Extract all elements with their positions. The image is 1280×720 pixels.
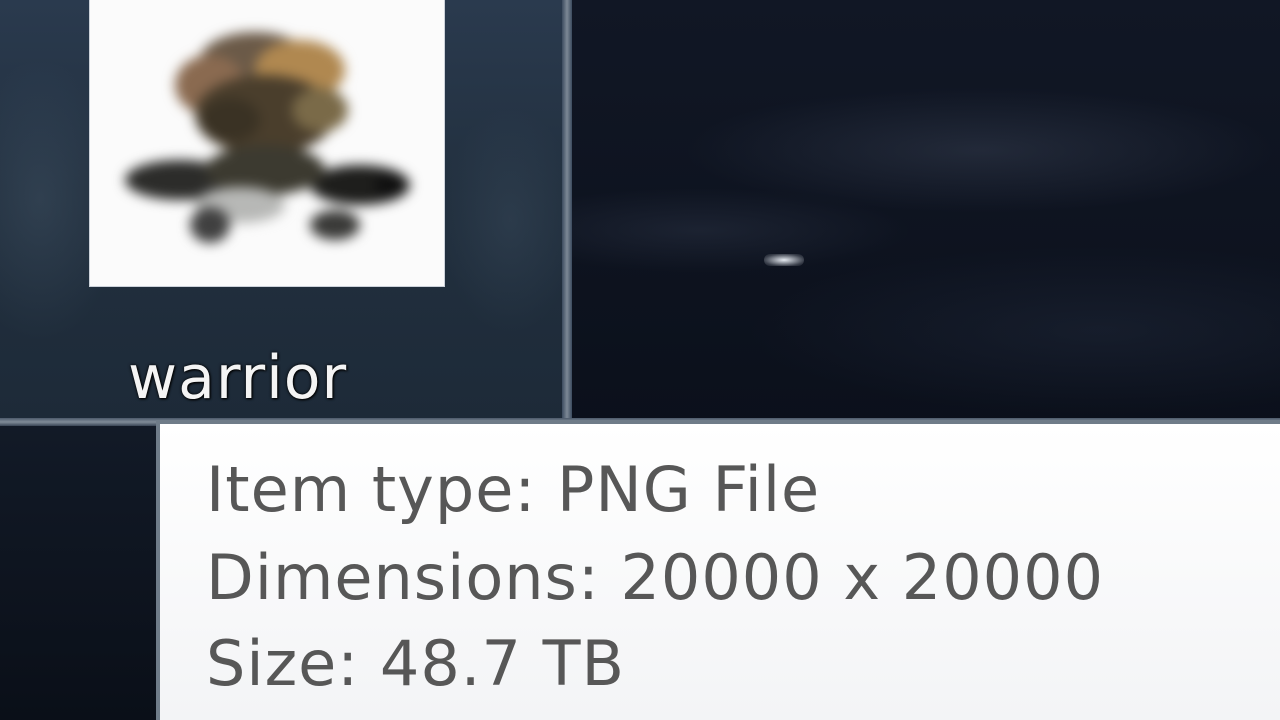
tooltip-item-type: Item type: PNG File — [206, 453, 821, 526]
tooltip-size: Size: 48.7 TB — [206, 627, 626, 700]
desktop: warrior Item type: PNG File Dimensions: … — [0, 0, 1280, 720]
warrior-image-icon — [125, 32, 410, 243]
pane-divider-vertical[interactable] — [562, 0, 572, 424]
background-region — [0, 426, 160, 720]
file-icon-warrior[interactable]: warrior — [88, 0, 448, 420]
image-thumbnail[interactable] — [90, 0, 444, 286]
file-info-tooltip: Item type: PNG File Dimensions: 20000 x … — [156, 420, 1280, 720]
tooltip-dimensions: Dimensions: 20000 x 20000 — [206, 541, 1105, 614]
file-name-label[interactable]: warrior — [128, 338, 347, 418]
background-star — [764, 254, 804, 266]
